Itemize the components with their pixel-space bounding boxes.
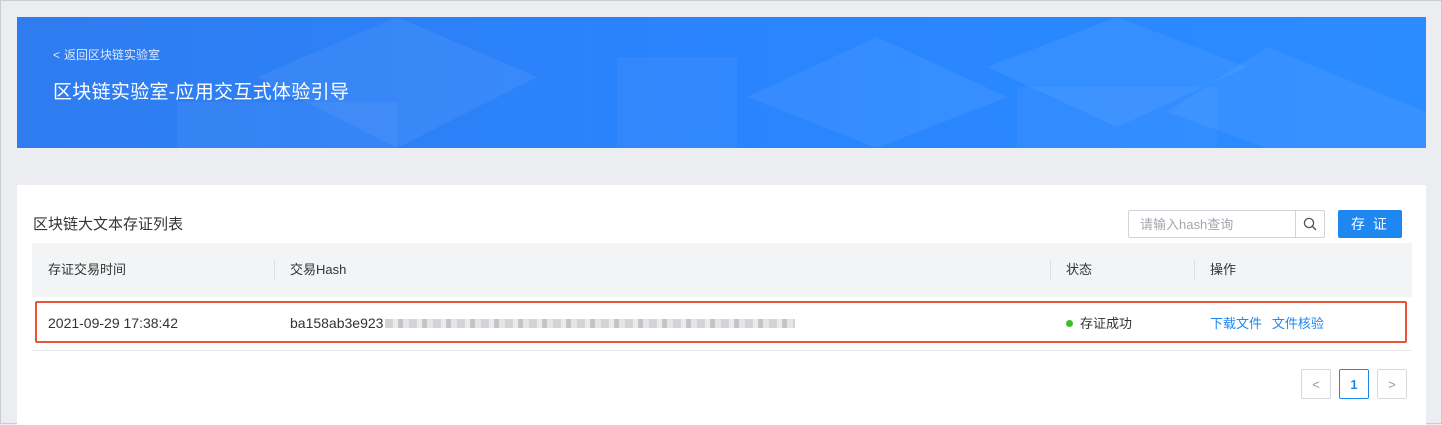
search-icon — [1303, 217, 1317, 231]
header-banner: < 返回区块链实验室 区块链实验室-应用交互式体验引导 — [17, 17, 1426, 148]
search-box — [1128, 210, 1325, 238]
table-header: 存证交易时间 交易Hash 状态 操作 — [32, 243, 1412, 297]
download-file-link[interactable]: 下载文件 — [1210, 316, 1262, 331]
next-page-button[interactable]: > — [1377, 369, 1407, 399]
evidence-list-card: 区块链大文本存证列表 存 证 存证交易时间 交易Hash 状态 操作 2021-… — [17, 185, 1426, 425]
column-header-status: 状态 — [1049, 243, 1092, 297]
status-dot-icon — [1066, 320, 1073, 328]
row-status-label: 存证成功 — [1080, 316, 1133, 331]
chevron-left-icon: < — [53, 47, 61, 62]
hash-blurred-region — [385, 318, 796, 328]
row-status: 存证成功 — [1066, 297, 1132, 350]
column-header-actions: 操作 — [1193, 243, 1236, 297]
row-hash: ba158ab3e923 — [290, 297, 796, 350]
hash-search-input[interactable] — [1129, 211, 1295, 237]
column-header-hash: 交易Hash — [273, 243, 346, 297]
page-1-button[interactable]: 1 — [1339, 369, 1369, 399]
row-time: 2021-09-29 17:38:42 — [48, 315, 178, 331]
row-actions: 下载文件 文件核验 — [1210, 297, 1330, 350]
search-button[interactable] — [1295, 211, 1324, 237]
verify-file-link[interactable]: 文件核验 — [1272, 316, 1324, 331]
back-link-label: 返回区块链实验室 — [64, 48, 161, 62]
prev-page-button[interactable]: < — [1301, 369, 1331, 399]
save-evidence-button[interactable]: 存 证 — [1338, 210, 1402, 238]
table-row: 2021-09-29 17:38:42 ba158ab3e923 存证成功 下载… — [32, 297, 1412, 351]
list-title: 区块链大文本存证列表 — [33, 216, 184, 233]
pagination: < 1 > — [1301, 369, 1407, 399]
back-link[interactable]: < 返回区块链实验室 — [53, 46, 160, 63]
row-hash-prefix: ba158ab3e923 — [290, 315, 384, 331]
evidence-table: 存证交易时间 交易Hash 状态 操作 2021-09-29 17:38:42 … — [32, 243, 1412, 351]
column-header-time: 存证交易时间 — [48, 262, 127, 277]
page-title: 区块链实验室-应用交互式体验引导 — [53, 82, 350, 103]
